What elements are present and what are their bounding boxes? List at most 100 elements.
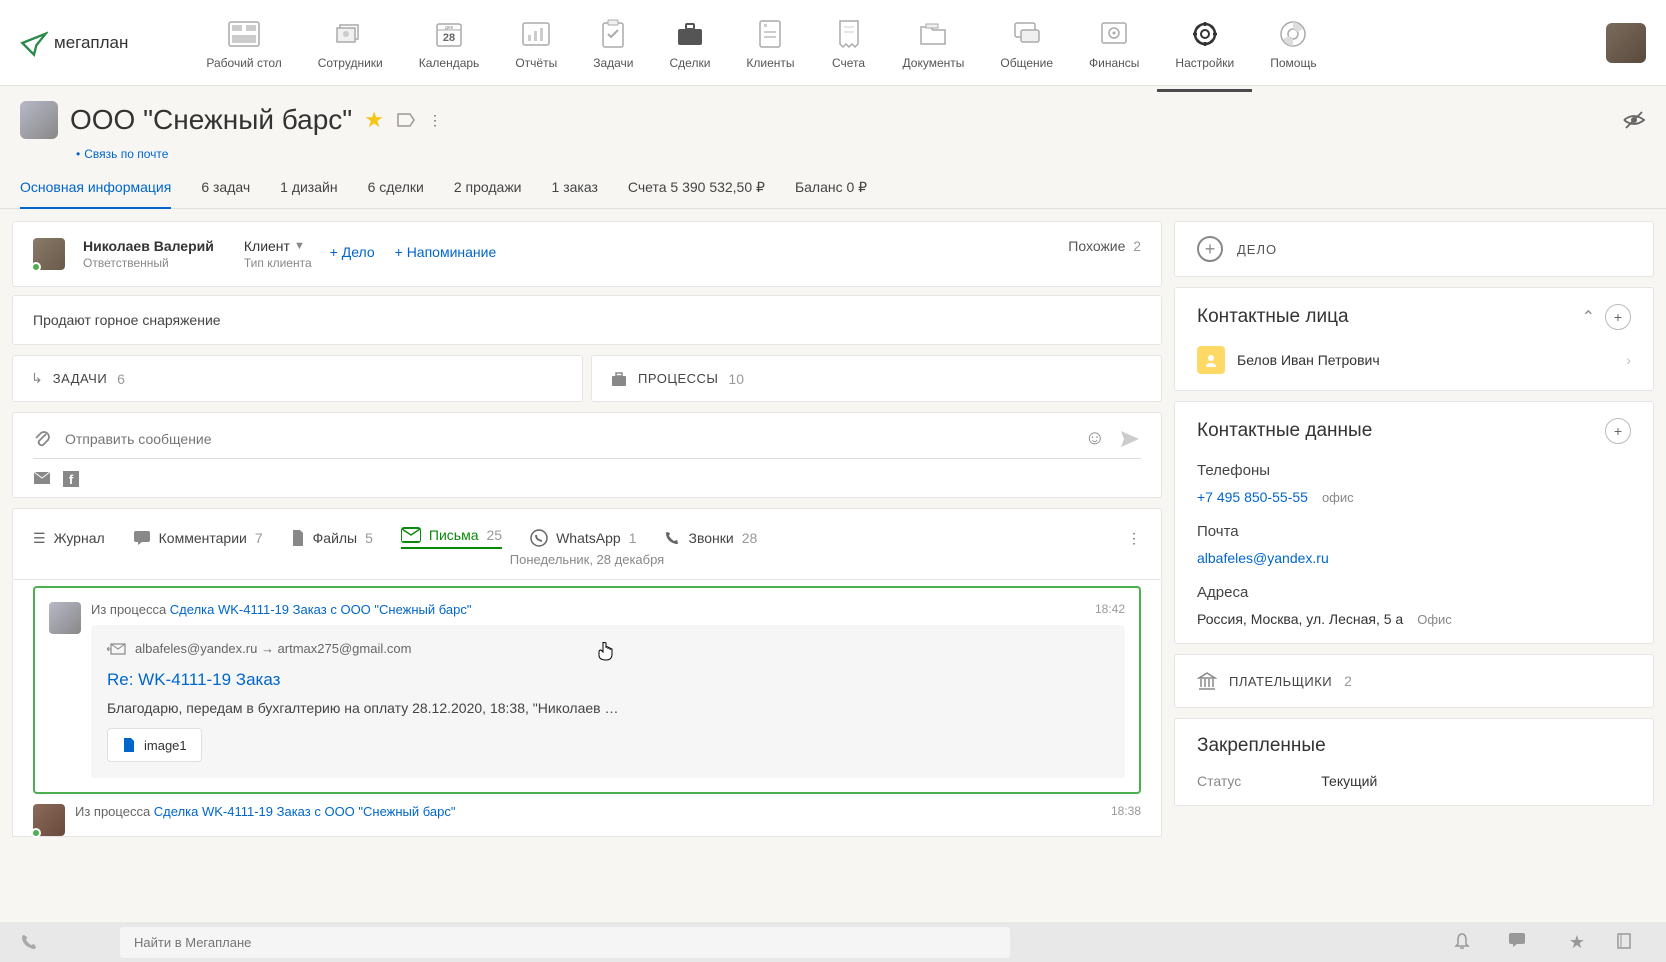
main-column: Николаев Валерий Ответственный Клиент ▼ …: [12, 221, 1162, 837]
contacts-title: Контактные лица: [1197, 306, 1582, 328]
status-label: Статус: [1197, 773, 1241, 789]
tab-invoices[interactable]: Счета 5 390 532,50 ₽: [628, 179, 765, 208]
email-body-text: Благодарю, передам в бухгалтерию на опла…: [107, 700, 1109, 716]
tab-sales[interactable]: 2 продажи: [454, 179, 522, 208]
svg-text:28: 28: [443, 32, 455, 44]
description-card: Продают горное снаряжение: [12, 295, 1162, 345]
email-time-2: 18:38: [1111, 804, 1141, 819]
invoice-icon: [831, 16, 867, 52]
phones-label: Телефоны: [1197, 462, 1631, 479]
global-search-input[interactable]: [120, 927, 1010, 958]
tab-deals[interactable]: 6 сделки: [368, 179, 424, 208]
folder-icon: [915, 16, 951, 52]
tab-tasks[interactable]: 6 задач: [201, 179, 250, 208]
message-input[interactable]: [65, 431, 1071, 447]
payers-card[interactable]: ПЛАТЕЛЬЩИКИ 2: [1174, 654, 1654, 708]
emoji-icon[interactable]: ☺: [1085, 427, 1105, 450]
mail-connection-link[interactable]: Связь по почте: [84, 147, 168, 161]
page-header: ООО "Снежный барс" ★ ⋮ •Связь по почте: [0, 86, 1666, 161]
dashboard-icon: [226, 16, 262, 52]
similar-link[interactable]: Похожие 2: [1068, 238, 1141, 254]
nav-clients[interactable]: Клиенты: [728, 16, 812, 70]
status-value: Текущий: [1321, 773, 1377, 789]
file-attach-icon: [122, 737, 136, 753]
nav-employees[interactable]: Сотрудники: [300, 16, 401, 70]
star-icon[interactable]: ★: [364, 107, 384, 133]
client-type-select[interactable]: Клиент ▼: [244, 238, 312, 254]
logo-icon: [20, 29, 48, 57]
reports-icon: [518, 16, 554, 52]
add-contact-button[interactable]: +: [1605, 304, 1631, 330]
nav-settings[interactable]: Настройки: [1157, 16, 1252, 70]
nav-chat[interactable]: Общение: [982, 16, 1071, 70]
contact-person[interactable]: Белов Иван Петрович ›: [1197, 346, 1631, 374]
email-label: Почта: [1197, 523, 1631, 540]
tab-orders[interactable]: 1 заказ: [552, 179, 598, 208]
pinned-card: Закрепленные Статус Текущий: [1174, 718, 1654, 806]
contact-data-card: Контактные данные + Телефоны +7 495 850-…: [1174, 401, 1654, 644]
nav-documents[interactable]: Документы: [885, 16, 983, 70]
processes-card[interactable]: ПРОЦЕССЫ 10: [591, 355, 1162, 402]
client-avatar: [20, 101, 58, 139]
nav-deals[interactable]: Сделки: [652, 16, 729, 70]
address-tag: Офис: [1417, 612, 1452, 627]
mail-out-icon: [107, 642, 127, 656]
online-indicator: [31, 262, 41, 272]
tab-main-info[interactable]: Основная информация: [20, 179, 171, 209]
delo-card[interactable]: + ДЕЛО: [1174, 221, 1654, 277]
book-bb-icon[interactable]: [1616, 932, 1646, 953]
logo[interactable]: мегаплан: [20, 29, 128, 57]
bank-icon: [1197, 671, 1217, 691]
add-reminder-link[interactable]: + Напоминание: [395, 244, 497, 260]
bell-icon[interactable]: [1454, 932, 1484, 953]
email-item-1[interactable]: Из процесса Сделка WK-4111-19 Заказ с ОО…: [33, 586, 1141, 794]
nav-invoices[interactable]: Счета: [813, 16, 885, 70]
online-indicator-2: [31, 828, 41, 838]
process-link-2[interactable]: Сделка WK-4111-19 Заказ с ООО "Снежный б…: [154, 804, 456, 819]
collapse-icon[interactable]: ⌃: [1582, 307, 1595, 327]
send-icon[interactable]: [1119, 429, 1141, 449]
email-item-2[interactable]: Из процесса Сделка WK-4111-19 Заказ с ОО…: [13, 804, 1161, 836]
responsible-avatar[interactable]: [33, 238, 65, 270]
nav-reports[interactable]: Отчёты: [497, 16, 575, 70]
email-link[interactable]: albafeles@yandex.ru: [1197, 550, 1329, 566]
nav-calendar[interactable]: дек28Календарь: [401, 16, 498, 70]
email-inner: albafeles@yandex.ru → artmax275@gmail.co…: [91, 625, 1125, 778]
email-from: Из процесса Сделка WK-4111-19 Заказ с ОО…: [91, 602, 471, 617]
tag-icon[interactable]: [396, 112, 416, 128]
plus-circle-icon: +: [1197, 236, 1223, 262]
address-label: Адреса: [1197, 584, 1631, 601]
attachment[interactable]: image1: [107, 728, 202, 762]
email-subject[interactable]: Re: WK-4111-19 Заказ: [107, 670, 1109, 690]
sidebar: + ДЕЛО Контактные лица ⌃ + Белов Иван Пе…: [1174, 221, 1654, 837]
attach-icon[interactable]: [33, 429, 51, 449]
process-link[interactable]: Сделка WK-4111-19 Заказ с ООО "Снежный б…: [170, 602, 472, 617]
star-bb-icon[interactable]: ★: [1562, 932, 1592, 953]
nav-tasks[interactable]: Задачи: [575, 16, 651, 70]
mail-icon[interactable]: [33, 471, 51, 487]
safe-icon: [1096, 16, 1132, 52]
user-avatar[interactable]: [1606, 23, 1646, 63]
client-type-label: Тип клиента: [244, 256, 312, 270]
nav-finance[interactable]: Финансы: [1071, 16, 1157, 70]
tab-design[interactable]: 1 дизайн: [280, 179, 337, 208]
phone-bb-icon[interactable]: [20, 933, 50, 951]
add-delo-link[interactable]: + Дело: [330, 244, 375, 260]
nav-help[interactable]: Помощь: [1252, 16, 1334, 70]
nav-desktop[interactable]: Рабочий стол: [188, 16, 299, 70]
email-avatar: [49, 602, 81, 634]
sub-link-row: •Связь по почте: [76, 147, 1646, 161]
logo-text: мегаплан: [54, 33, 128, 53]
facebook-icon[interactable]: f: [63, 471, 79, 487]
tab-balance[interactable]: Баланс 0 ₽: [795, 179, 867, 208]
chat-icon: [1009, 16, 1045, 52]
briefcase-small-icon: [610, 371, 628, 387]
add-contact-data-button[interactable]: +: [1605, 418, 1631, 444]
more-menu[interactable]: ⋮: [428, 112, 442, 129]
envelope-icon: [401, 527, 421, 543]
clients-icon: [752, 16, 788, 52]
tasks-card[interactable]: ↳ ЗАДАЧИ 6: [12, 355, 583, 402]
phone-link[interactable]: +7 495 850-55-55: [1197, 489, 1308, 505]
visibility-icon[interactable]: [1622, 110, 1646, 130]
message-bb-icon[interactable]: [1508, 932, 1538, 953]
